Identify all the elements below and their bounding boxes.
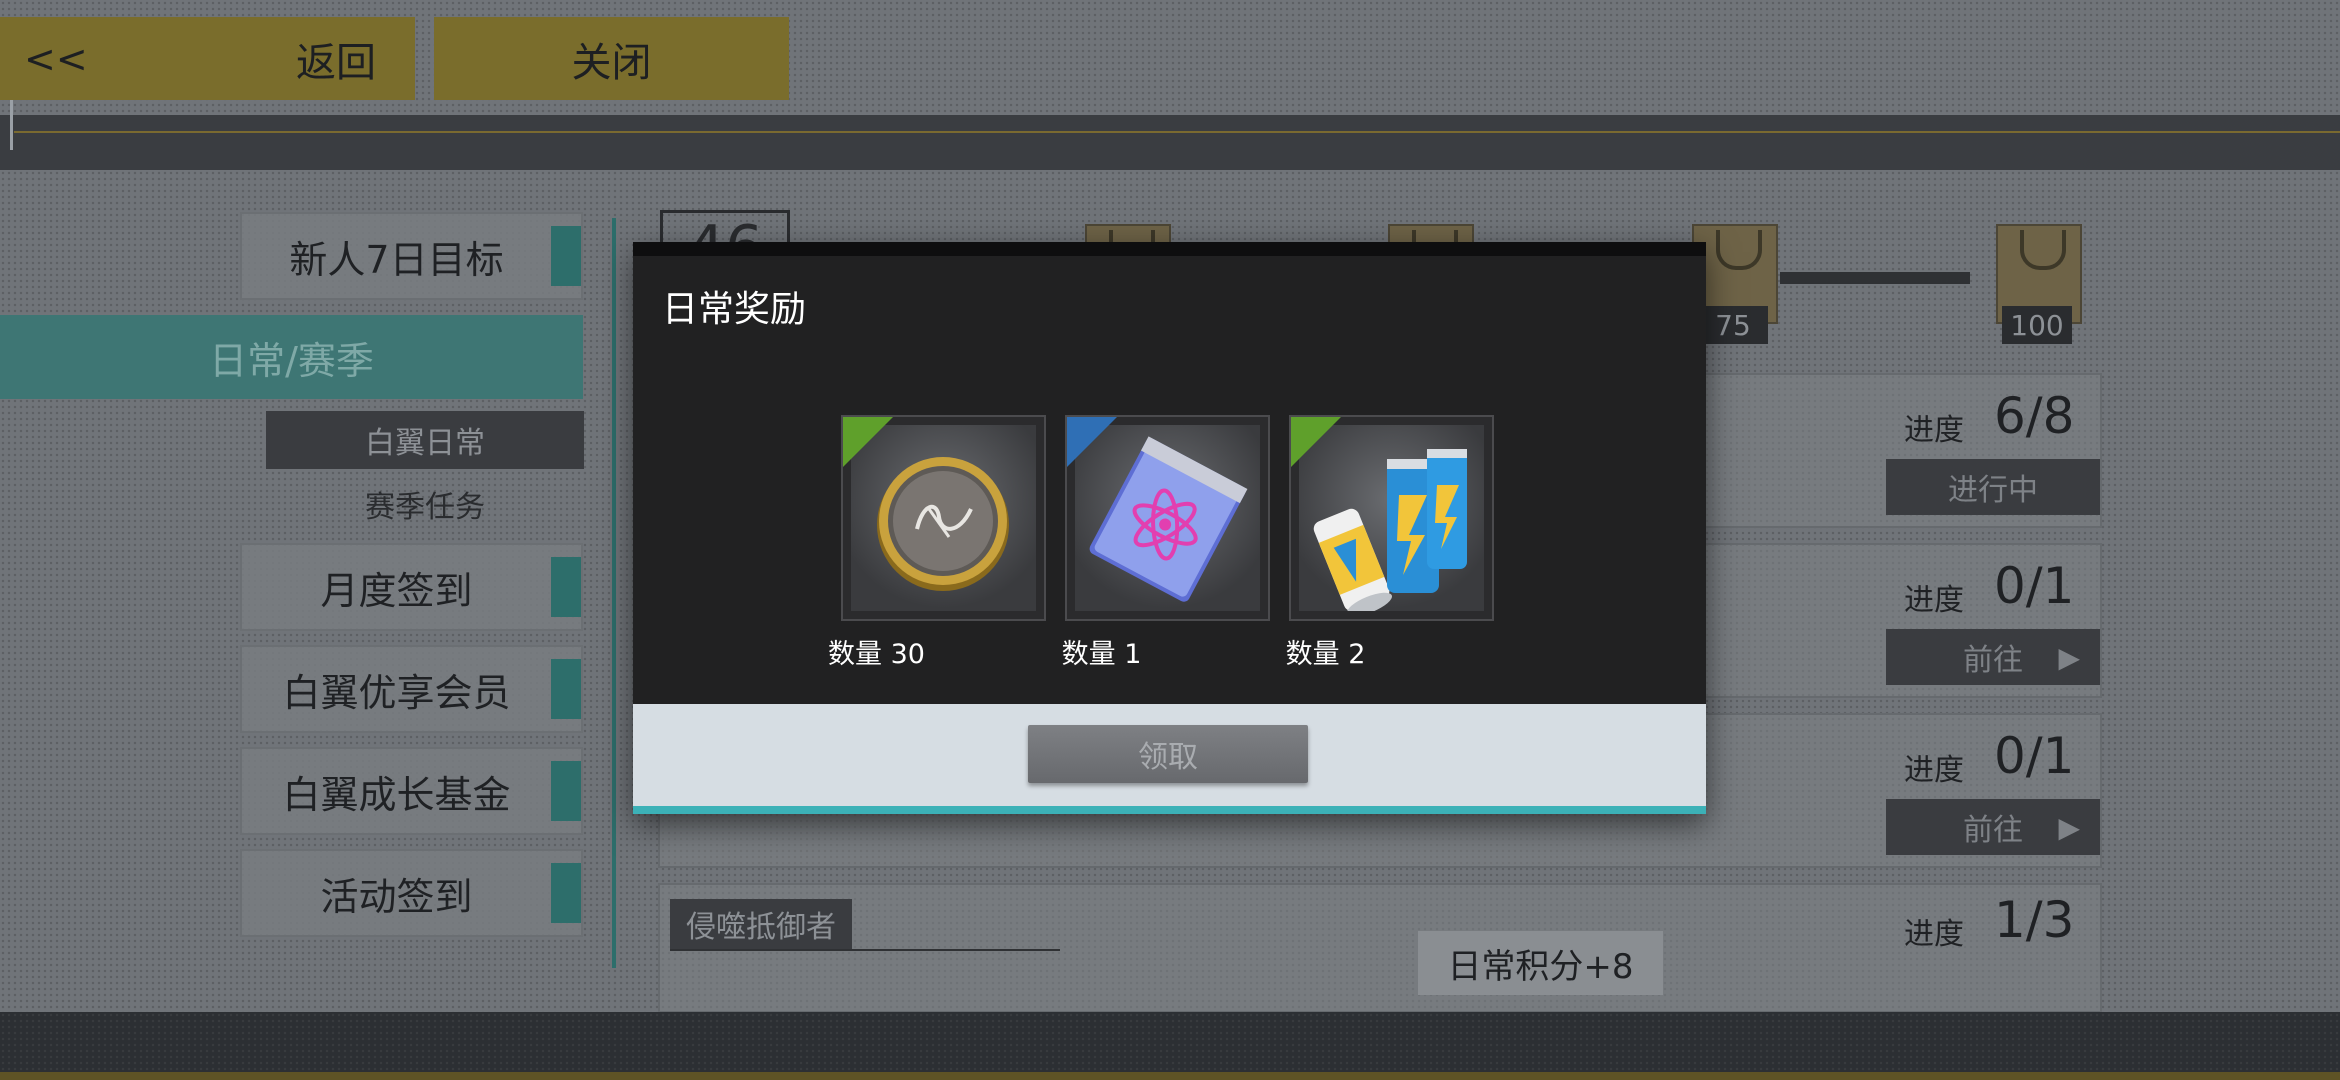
progress-label: 进度 [1904, 753, 1964, 788]
top-bar-stripe [0, 115, 2340, 170]
modal-footer: 领取 [633, 704, 1706, 814]
go-button[interactable]: 前往 ▶ [1886, 629, 2100, 685]
top-bar-divider [14, 131, 2340, 133]
task-status-button[interactable]: 进行中 [1886, 459, 2100, 515]
claim-button[interactable]: 领取 [1028, 725, 1308, 783]
sidebar-subitem-label: 白翼日常 [365, 426, 485, 461]
coin-icon [877, 457, 1009, 591]
sidebar-item-label: 月度签到 [320, 568, 473, 613]
go-button-label: 前往 [1963, 813, 2023, 848]
modal-body: 日常奖励 数量 30 数量 1 数量 2 [633, 242, 1706, 704]
sidebar-item-vip-member[interactable]: 白翼优享会员 [240, 645, 583, 733]
daily-reward-modal: 日常奖励 数量 30 数量 1 数量 2 领取 [633, 242, 1706, 814]
progress-value: 0/1 [1994, 557, 2075, 615]
go-button-label: 前往 [1963, 643, 2023, 678]
energy-drink-icon [1313, 449, 1467, 611]
progress-label: 进度 [1904, 583, 1964, 618]
sidebar-divider [612, 218, 616, 968]
bottom-bar [0, 1012, 2340, 1080]
reward-quantity: 数量 30 [828, 639, 925, 670]
sidebar-subitem-baiyi-daily[interactable]: 白翼日常 [266, 411, 584, 469]
play-arrow-icon: ▶ [2058, 640, 2080, 674]
sidebar-subitem-season-tasks[interactable]: 赛季任务 [266, 475, 584, 533]
progress-label: 进度 [1904, 413, 1964, 448]
reward-quantity: 数量 2 [1285, 639, 1366, 670]
play-arrow-icon: ▶ [2058, 810, 2080, 844]
sidebar-item-label: 白翼成长基金 [282, 772, 511, 817]
task-status-label: 进行中 [1948, 473, 2038, 508]
sidebar-item-label: 白翼优享会员 [282, 670, 511, 715]
task-title-underline [670, 949, 1060, 951]
score-chip: 日常积分+8 [1418, 931, 1663, 995]
sidebar-tab-marker [551, 863, 581, 923]
sidebar-tab-marker [551, 659, 581, 719]
sidebar-item-monthly-signin[interactable]: 月度签到 [240, 543, 583, 631]
task-title: 侵噬抵御者 [670, 899, 852, 949]
reward-quantity: 数量 1 [1061, 639, 1142, 670]
sidebar-tab-marker [551, 761, 581, 821]
sidebar-tab-marker [551, 557, 581, 617]
reward-slot[interactable] [1289, 415, 1494, 621]
progress-value: 0/1 [1994, 727, 2075, 785]
sidebar-item-label: 新人7日目标 [289, 237, 504, 282]
reward-slot[interactable] [1065, 415, 1270, 621]
claim-button-label: 领取 [1138, 740, 1198, 775]
milestone-track-line [1780, 272, 1970, 284]
close-button[interactable]: 关闭 [434, 17, 789, 100]
sidebar-item-event-signin[interactable]: 活动签到 [240, 849, 583, 937]
back-button-label: 返回 [296, 39, 376, 86]
sidebar-item-label: 日常/赛季 [209, 338, 374, 383]
task-card: 侵噬抵御者 日常积分+8 进度 1/3 [658, 883, 2102, 1013]
modal-title: 日常奖励 [662, 289, 807, 330]
go-button[interactable]: 前往 ▶ [1886, 799, 2100, 855]
reward-slot[interactable] [841, 415, 1046, 621]
modal-accent-bar [633, 806, 1706, 814]
progress-label: 进度 [1904, 917, 1964, 952]
milestone-threshold: 75 [1698, 306, 1768, 344]
close-button-label: 关闭 [571, 39, 652, 86]
progress-value: 6/8 [1994, 387, 2075, 445]
sidebar-item-daily-season[interactable]: 日常/赛季 [0, 315, 583, 399]
atom-pack-icon [1089, 436, 1248, 602]
progress-value: 1/3 [1994, 891, 2075, 949]
sidebar-item-label: 活动签到 [320, 874, 473, 919]
milestone-threshold: 100 [2002, 306, 2072, 344]
back-button[interactable]: << 返回 [0, 17, 415, 100]
sidebar-subitem-label: 赛季任务 [365, 490, 485, 525]
top-bar: << 返回 关闭 [0, 0, 2340, 170]
bottom-bar-gold-strip [0, 1072, 2340, 1080]
sidebar-item-growth-fund[interactable]: 白翼成长基金 [240, 747, 583, 835]
back-arrow-icon: << [24, 36, 88, 81]
sidebar-item-newbie-7day[interactable]: 新人7日目标 [240, 212, 583, 300]
sidebar-tab-marker [551, 226, 581, 286]
